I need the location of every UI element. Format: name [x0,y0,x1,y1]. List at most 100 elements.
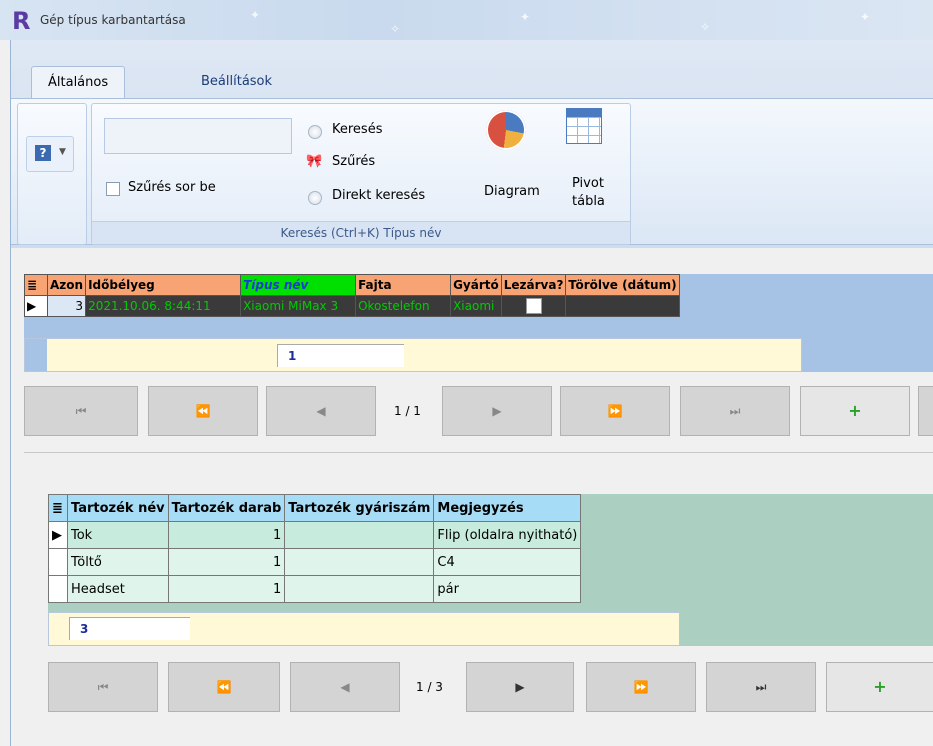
row-selector-icon: ≣ [24,274,48,296]
chevron-down-icon: ▼ [59,147,66,157]
first-page-icon: ⏮ [75,404,87,418]
previous-icon: ◀ [340,680,350,694]
table-row[interactable]: Headset 1 pár [48,575,582,603]
first-page-icon: ⏮ [97,680,109,694]
pie-chart-icon [486,110,526,150]
last-page-button[interactable]: ⏭ [680,386,790,436]
diagram-label: Diagram [484,184,540,199]
current-row-icon: ▶ [48,521,68,549]
ribbon-body: ? ▼ Szűrés sor be Keresés 🎀 Szűrés Direk… [11,98,933,245]
current-row-icon: ▶ [24,295,48,317]
column-header[interactable]: Időbélyeg [85,274,242,296]
cell-count[interactable]: 1 [167,548,286,576]
total-bar: 3 [48,612,680,646]
title-bar: R Gép típus karbantartása ✦ ✧ ✦ ✧ ✦ [0,0,933,40]
filter-row-label: Szűrés sor be [128,180,216,195]
first-page-button[interactable]: ⏮ [24,386,138,436]
previous-button[interactable]: ◀ [266,386,376,436]
total-bar: 1 [24,338,802,372]
cell-timestamp[interactable]: 2021.10.06. 8:44:11 [85,295,242,317]
cell-name[interactable]: Headset [67,575,169,603]
column-header[interactable]: Típus név [240,274,357,296]
total-bar-selector [25,339,47,371]
help-group: ? ▼ [17,103,87,245]
decorative-star-icon: ✦ [520,10,531,24]
previous-page-icon: ⏪ [216,680,232,694]
column-header[interactable]: Törölve (dátum) [565,274,680,296]
next-page-button[interactable]: ⏩ [586,662,696,712]
table-row[interactable]: Töltő 1 C4 [48,548,582,576]
cell-manufacturer[interactable]: Xiaomi [450,295,502,317]
help-dropdown-button[interactable]: ? ▼ [26,136,74,172]
previous-button[interactable]: ◀ [290,662,400,712]
window-title: Gép típus karbantartása [40,13,186,27]
next-button[interactable]: ▶ [466,662,574,712]
table-row[interactable]: ▶ Tok 1 Flip (oldalra nyitható) [48,521,582,549]
cell-serial[interactable] [284,548,435,576]
last-page-button[interactable]: ⏭ [706,662,816,712]
filter-row-checkbox[interactable] [106,182,120,196]
table-grid-icon [566,108,602,144]
search-radio[interactable] [308,125,322,139]
cell-deleted[interactable] [565,295,680,317]
cell-kind[interactable]: Okostelefon [355,295,452,317]
previous-page-button[interactable]: ⏪ [148,386,258,436]
filter-label[interactable]: Szűrés [332,154,375,169]
previous-page-icon: ⏪ [195,404,211,418]
decorative-star-icon: ✦ [250,8,261,22]
add-button[interactable]: + [800,386,910,436]
cell-azon[interactable]: 3 [46,295,87,317]
column-header[interactable]: Gyártó [450,274,502,296]
last-page-icon: ⏭ [755,680,767,694]
table-row[interactable]: ▶ 3 2021.10.06. 8:44:11 Xiaomi MiMax 3 O… [24,295,680,317]
main-grid: ≣ Azon Időbélyeg Típus név Fajta Gyártó … [24,274,680,317]
cell-type-name[interactable]: Xiaomi MiMax 3 [240,295,357,317]
closed-checkbox[interactable] [525,298,542,314]
cell-count[interactable]: 1 [167,575,286,603]
more-button[interactable] [918,386,933,436]
column-header[interactable]: Tartozék név [67,494,169,522]
tab-general[interactable]: Általános [31,66,126,99]
next-button[interactable]: ▶ [442,386,552,436]
add-button[interactable]: + [826,662,933,712]
ribbon: Általános Beállítások ? ▼ Szűrés sor be … [10,40,933,248]
record-count: 3 [69,617,190,640]
cell-closed[interactable] [500,295,567,317]
cell-name[interactable]: Tok [67,521,169,549]
column-header[interactable]: Megjegyzés [433,494,582,522]
previous-page-button[interactable]: ⏪ [168,662,280,712]
bow-filter-icon: 🎀 [306,154,323,169]
row-selector [48,548,68,576]
tab-settings[interactable]: Beállítások [185,66,288,98]
decorative-star-icon: ✧ [390,22,401,36]
column-header[interactable]: Azon [46,274,87,296]
cell-note[interactable]: Flip (oldalra nyitható) [433,521,582,549]
last-page-icon: ⏭ [729,404,741,418]
record-count: 1 [277,344,404,367]
cell-serial[interactable] [284,521,435,549]
search-input[interactable] [104,118,292,154]
column-header[interactable]: Tartozék gyáriszám [284,494,435,522]
cell-note[interactable]: pár [433,575,582,603]
plus-icon: + [848,401,862,420]
row-selector [48,575,68,603]
pivot-label-2: tábla [572,194,605,209]
plus-icon: + [873,677,887,696]
first-page-button[interactable]: ⏮ [48,662,158,712]
page-indicator: 1 / 3 [416,680,443,694]
next-page-icon: ⏩ [633,680,649,694]
cell-name[interactable]: Töltő [67,548,169,576]
column-header[interactable]: Tartozék darab [167,494,286,522]
search-group: Szűrés sor be Keresés 🎀 Szűrés Direkt ke… [91,103,631,245]
cell-count[interactable]: 1 [167,521,286,549]
column-header[interactable]: Fajta [355,274,452,296]
cell-note[interactable]: C4 [433,548,582,576]
cell-serial[interactable] [284,575,435,603]
column-header[interactable]: Lezárva? [500,274,567,296]
window-border [10,40,11,746]
help-icon: ? [35,145,51,161]
accessory-grid: ≣ Tartozék név Tartozék darab Tartozék g… [48,494,582,603]
direct-search-radio[interactable] [308,191,322,205]
row-selector-icon: ≣ [48,494,68,522]
next-page-button[interactable]: ⏩ [560,386,670,436]
